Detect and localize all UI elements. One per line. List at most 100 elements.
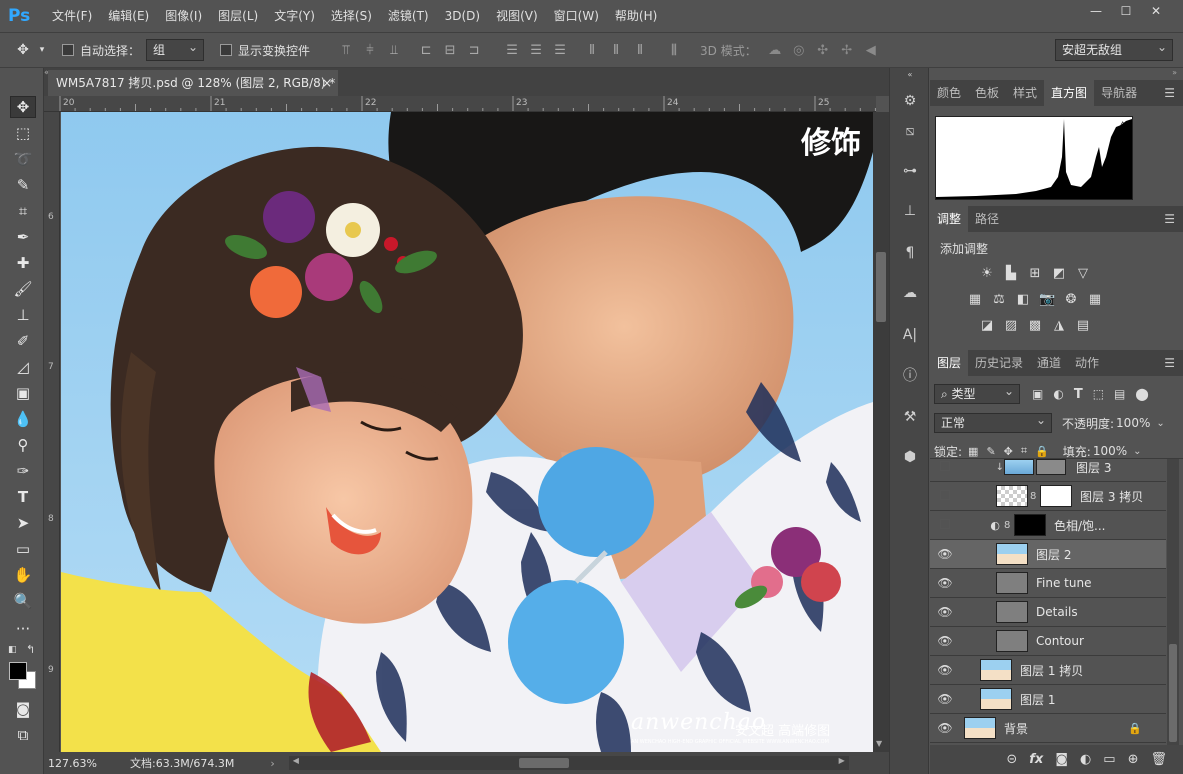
screen-mode-icon[interactable]: ⧉: [10, 724, 36, 746]
layer-name[interactable]: Fine tune: [1036, 576, 1091, 590]
properties-panel-icon[interactable]: ⚙: [899, 90, 921, 112]
align-bottom-icon[interactable]: ⫫: [384, 40, 404, 60]
hue-saturation-icon[interactable]: ▦: [967, 292, 983, 308]
adjust-sliders-icon[interactable]: ⊶: [899, 160, 921, 182]
ruler-vertical[interactable]: 6 7 8 9: [44, 112, 60, 752]
menu-image[interactable]: 图像(I): [157, 0, 210, 32]
opacity-dropdown-icon[interactable]: ⌄: [1156, 418, 1164, 429]
3d-camera-icon[interactable]: ◀: [861, 40, 881, 60]
distribute-hcenter-icon[interactable]: ⦀: [606, 40, 626, 60]
marquee-tool-icon[interactable]: ⬚: [10, 122, 36, 144]
info-icon[interactable]: ⓘ: [899, 364, 921, 386]
horizontal-scrollbar[interactable]: ◀ ▶: [288, 756, 849, 770]
menu-file[interactable]: 文件(F): [44, 0, 100, 32]
new-group-icon[interactable]: ▭: [1103, 752, 1115, 767]
filter-toggle-icon[interactable]: ⬤: [1135, 387, 1148, 401]
gradient-map-icon[interactable]: ▤: [1075, 318, 1091, 334]
levels-icon[interactable]: ▙: [1003, 266, 1019, 282]
horizontal-scroll-thumb[interactable]: [518, 758, 569, 768]
healing-brush-icon[interactable]: ✚: [10, 252, 36, 274]
tab-histogram[interactable]: 直方图: [1044, 80, 1095, 106]
menu-type[interactable]: 文字(Y): [266, 0, 323, 32]
scroll-left-icon[interactable]: ◀: [293, 756, 299, 765]
show-transform-checkbox[interactable]: [220, 44, 233, 56]
menu-view[interactable]: 视图(V): [488, 0, 546, 32]
align-right-icon[interactable]: ⊐: [464, 40, 484, 60]
blur-tool-icon[interactable]: 💧: [10, 408, 36, 430]
default-colors-icon[interactable]: ◧: [8, 645, 17, 655]
menu-select[interactable]: 选择(S): [323, 0, 380, 32]
tab-paths[interactable]: 路径: [968, 206, 1006, 232]
clone-source-icon[interactable]: ⊥: [899, 200, 921, 222]
pen-tool-icon[interactable]: ✑: [10, 460, 36, 482]
layer-row[interactable]: 👁 图层 1 拷贝: [930, 656, 1166, 685]
lasso-tool-icon[interactable]: ➰: [10, 148, 36, 170]
layer-name[interactable]: 图层 3 拷贝: [1080, 488, 1150, 505]
layer-row[interactable]: 👁 图层 1: [930, 685, 1166, 714]
invert-icon[interactable]: ◪: [979, 318, 995, 334]
layer-name[interactable]: Details: [1036, 605, 1078, 619]
document-canvas[interactable]: 修饰 anwenchao 安文超 高端修图 AN WENCHAO HIGH-EN…: [61, 112, 873, 752]
menu-3d[interactable]: 3D(D): [437, 0, 488, 32]
tab-history[interactable]: 历史记录: [968, 350, 1030, 376]
status-menu-icon[interactable]: ›: [270, 757, 274, 770]
link-layers-icon[interactable]: ⊝: [1006, 752, 1017, 767]
shape-tool-icon[interactable]: ▭: [10, 538, 36, 560]
brush-tool-icon[interactable]: 🖌: [10, 278, 36, 300]
3d-roll-icon[interactable]: ◎: [789, 40, 809, 60]
maximize-button[interactable]: ☐: [1111, 0, 1141, 22]
layer-name[interactable]: 背景: [1004, 720, 1128, 737]
ruler-horizontal[interactable]: 20 21 22 23 24 25: [44, 96, 876, 112]
align-left-icon[interactable]: ⊏: [416, 40, 436, 60]
layer-name[interactable]: 图层 2: [1036, 546, 1071, 563]
character-icon[interactable]: A|: [899, 324, 921, 346]
layer-row[interactable]: 👁 背景 🔒: [930, 714, 1166, 743]
layer-visibility-eye-icon[interactable]: 👁: [930, 663, 960, 677]
panel-menu-icon[interactable]: ☰: [1164, 80, 1175, 106]
workspace-dropdown[interactable]: 安超无敌组: [1055, 37, 1173, 61]
swap-colors-icon[interactable]: ↰: [26, 643, 35, 656]
gradient-tool-icon[interactable]: ▣: [10, 382, 36, 404]
menu-window[interactable]: 窗口(W): [546, 0, 607, 32]
layer-name[interactable]: 图层 1: [1020, 691, 1055, 708]
photo-filter-icon[interactable]: 📷: [1039, 292, 1055, 308]
tab-channels[interactable]: 通道: [1030, 350, 1068, 376]
auto-select-dropdown[interactable]: 组: [146, 37, 205, 61]
layer-name[interactable]: 色相/饱...: [1054, 517, 1124, 534]
panel-menu-icon[interactable]: ☰: [1164, 206, 1175, 232]
dock-collapse-icon[interactable]: «: [899, 68, 921, 80]
filter-pixel-icon[interactable]: ▣: [1032, 387, 1043, 401]
quick-select-tool-icon[interactable]: ✎: [10, 174, 36, 196]
tab-layers[interactable]: 图层: [930, 350, 969, 376]
filter-shape-icon[interactable]: ⬚: [1093, 387, 1104, 401]
tab-actions[interactable]: 动作: [1068, 350, 1106, 376]
scroll-right-icon[interactable]: ▶: [839, 756, 845, 765]
layer-row[interactable]: 👁 Contour: [930, 627, 1166, 656]
brush-settings-icon[interactable]: ⧅: [899, 120, 921, 142]
distribute-left-icon[interactable]: ⦀: [582, 40, 602, 60]
tab-color[interactable]: 颜色: [930, 80, 968, 106]
panel-menu-icon[interactable]: ☰: [1164, 350, 1175, 376]
crop-tool-icon[interactable]: ⌗: [10, 200, 36, 222]
mask-link-icon[interactable]: 8: [1004, 520, 1014, 531]
auto-select-checkbox[interactable]: [62, 44, 74, 56]
lock-all-icon[interactable]: 🔒: [1035, 445, 1049, 458]
foreground-color-swatch[interactable]: [9, 662, 27, 680]
filter-type-icon[interactable]: T: [1074, 387, 1083, 402]
align-vcenter-icon[interactable]: ⫩: [360, 40, 380, 60]
preset-dropdown-icon[interactable]: ▾: [36, 45, 48, 55]
layer-row[interactable]: ↓ 图层 3: [930, 459, 1166, 482]
distribute-top-icon[interactable]: ☰: [502, 40, 522, 60]
layer-row[interactable]: ◐ 8 色相/饱...: [930, 511, 1166, 540]
layer-style-fx-icon[interactable]: fx: [1029, 752, 1043, 767]
exposure-icon[interactable]: ◩: [1051, 266, 1067, 282]
blend-mode-dropdown[interactable]: 正常: [934, 411, 1052, 433]
add-mask-icon[interactable]: ◙: [1055, 752, 1068, 767]
posterize-icon[interactable]: ▨: [1003, 318, 1019, 334]
layer-visibility-toggle[interactable]: [930, 489, 960, 503]
delete-layer-icon[interactable]: 🗑: [1150, 752, 1167, 767]
filter-smart-icon[interactable]: ▤: [1114, 387, 1125, 401]
opacity-value[interactable]: 100%: [1116, 416, 1150, 430]
tab-styles[interactable]: 样式: [1006, 80, 1044, 106]
layer-visibility-eye-icon[interactable]: 👁: [930, 721, 960, 735]
